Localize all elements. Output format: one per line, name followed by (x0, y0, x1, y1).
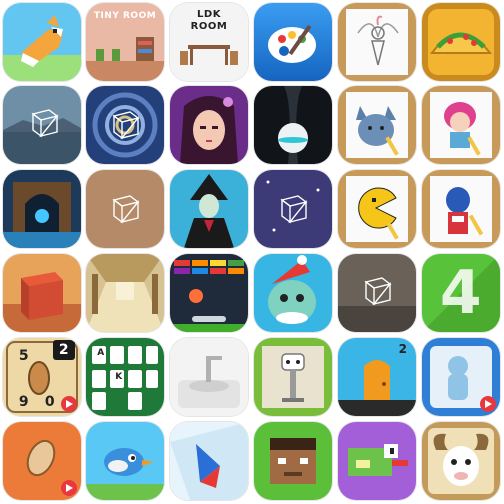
app-icon-cube-starry[interactable] (86, 86, 164, 164)
app-icon-flappy-bird[interactable] (86, 422, 164, 500)
girl-icon (422, 86, 500, 164)
bird-icon (170, 422, 248, 500)
app-icon-blue-bird-dive[interactable] (170, 422, 248, 500)
app-title: TINY ROOM (93, 11, 157, 21)
app-icon-four-green[interactable]: 4 (422, 254, 500, 332)
dog-icon (3, 3, 81, 81)
app-icon-cube-lake[interactable] (3, 86, 81, 164)
app-icon-door[interactable]: 2 (338, 338, 416, 416)
hall-icon (86, 254, 164, 332)
app-icon-santa-monster[interactable] (254, 254, 332, 332)
robot-icon (254, 338, 332, 416)
hero-icon (422, 170, 500, 248)
app-icon-bathroom[interactable] (170, 338, 248, 416)
app-superscript: 2 (398, 342, 408, 356)
ghost-icon (422, 338, 500, 416)
wolf-icon (338, 86, 416, 164)
gate-icon (3, 170, 81, 248)
pacman-icon (338, 170, 416, 248)
app-icon-tiny-room[interactable]: TINY ROOM (86, 3, 164, 81)
app-icon-drawing-wolf[interactable] (338, 86, 416, 164)
sketch-icon (338, 3, 416, 81)
app-icon-cube-cave[interactable] (338, 254, 416, 332)
app-icon-seed-orange[interactable] (3, 422, 81, 500)
app-number-badge: 2 (58, 342, 70, 358)
app-title-line2: ROOM (190, 21, 228, 32)
app-icon-dog-runner[interactable] (3, 3, 81, 81)
cube-icon (86, 170, 164, 248)
app-icon-ball-tunnel[interactable] (254, 86, 332, 164)
app-icon-anime-girl[interactable] (170, 86, 248, 164)
app-icon-robot-box[interactable] (254, 338, 332, 416)
app-icon-drawing-hero[interactable] (422, 170, 500, 248)
app-icon-temple-gate[interactable] (3, 170, 81, 248)
app-icon-grid: TINY ROOM LDK ROOM 4 5 2 9 0 A K 2 (0, 0, 504, 504)
bird-icon (338, 422, 416, 500)
queen-icon (170, 170, 248, 248)
app-icon-cube-cardboard[interactable] (86, 170, 164, 248)
app-card-label: K (115, 372, 123, 382)
app-icon-number-seed[interactable]: 5 2 9 0 (3, 338, 81, 416)
sink-icon (170, 338, 248, 416)
goat-icon (422, 422, 500, 500)
cube-icon (254, 170, 332, 248)
app-icon-ldk-room[interactable]: LDK ROOM (170, 3, 248, 81)
app-number-bottom-right: 0 (44, 394, 56, 410)
app-icon-ghost-blue[interactable] (422, 338, 500, 416)
app-icon-tacos[interactable] (422, 3, 500, 81)
app-icon-pixel-pacman[interactable] (338, 170, 416, 248)
app-icon-brick-breaker[interactable] (170, 254, 248, 332)
seed-icon (3, 422, 81, 500)
app-digit: 4 (439, 258, 483, 328)
face-icon (254, 422, 332, 500)
cube-icon (3, 254, 81, 332)
girl-icon (170, 86, 248, 164)
cube-icon (338, 254, 416, 332)
app-title-line1: LDK (197, 9, 221, 20)
app-card-label: A (97, 348, 105, 358)
app-icon-goat[interactable] (422, 422, 500, 500)
app-icon-museum-hall[interactable] (86, 254, 164, 332)
app-icon-red-cube-sunset[interactable] (3, 254, 81, 332)
app-icon-blocky-head[interactable] (254, 422, 332, 500)
ball-icon (254, 86, 332, 164)
monster-icon (254, 254, 332, 332)
bricks-icon (170, 254, 248, 332)
app-icon-pixel-bird[interactable] (338, 422, 416, 500)
palette-icon (254, 3, 332, 81)
cube-icon (86, 86, 164, 164)
app-icon-drawing-angel[interactable] (338, 3, 416, 81)
app-icon-dark-queen[interactable] (170, 170, 248, 248)
app-icon-solitaire[interactable]: A K (86, 338, 164, 416)
taco-icon (422, 3, 500, 81)
app-icon-drawing-pink-hair[interactable] (422, 86, 500, 164)
cube-icon (3, 86, 81, 164)
app-icon-paint[interactable] (254, 3, 332, 81)
bird-icon (86, 422, 164, 500)
app-icon-cube-purple[interactable] (254, 170, 332, 248)
